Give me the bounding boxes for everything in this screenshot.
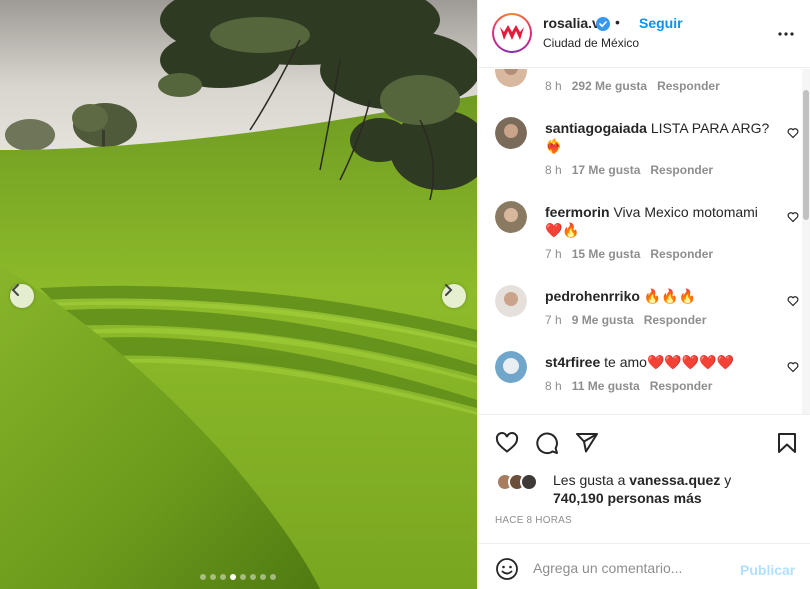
comment-like-heart-icon[interactable] [787, 127, 799, 139]
comment-likes[interactable]: 15 Me gusta [572, 247, 641, 261]
post-location[interactable]: Ciudad de México [543, 36, 639, 50]
comments-list[interactable]: 8 h 292 Me gusta Responder santiagogaiada … [478, 69, 810, 414]
comment-username[interactable]: st4rfiree [545, 354, 600, 370]
avatar-image [495, 117, 527, 149]
reply-button[interactable]: Responder [650, 163, 713, 177]
scrollbar-thumb[interactable] [803, 90, 809, 220]
bookmark-icon[interactable] [775, 431, 799, 455]
comment-username[interactable]: santiagogaiada [545, 120, 647, 136]
emoji-icon[interactable] [495, 557, 519, 581]
comment-text: santiagogaiada LISTA PARA ARG? ❤️‍🔥 [545, 119, 773, 155]
comment-composer: Publicar [478, 543, 810, 589]
comment-meta: 7 h 15 Me gusta Responder [545, 247, 713, 261]
liked-by-avatar[interactable] [520, 473, 538, 491]
comment-time: 8 h [545, 79, 562, 93]
comment-meta: 8 h 292 Me gusta Responder [545, 79, 720, 93]
avatar-image [495, 285, 527, 317]
comment-meta: 7 h 9 Me gusta Responder [545, 313, 706, 327]
more-horizontal-icon [778, 32, 794, 36]
likes-conjunction: y [724, 472, 732, 488]
reply-button[interactable]: Responder [657, 79, 720, 93]
comment-likes[interactable]: 9 Me gusta [572, 313, 634, 327]
follow-button[interactable]: Seguir [639, 15, 683, 31]
carousel-prev-button[interactable] [10, 284, 34, 308]
avatar-image [495, 69, 527, 87]
reply-button[interactable]: Responder [644, 313, 707, 327]
likes-summary: Les gusta a vanessa.quez y [553, 472, 731, 488]
heart-icon[interactable] [495, 431, 519, 455]
liked-by-avatars[interactable] [496, 473, 538, 491]
comment-avatar[interactable] [495, 351, 527, 383]
likes-user[interactable]: vanessa.quez [629, 472, 720, 488]
reply-button[interactable]: Responder [650, 379, 713, 393]
comment-username[interactable]: pedrohenrriko [545, 288, 640, 304]
comment-like-heart-icon[interactable] [787, 295, 799, 307]
comment-body: 🔥🔥🔥 [643, 288, 697, 304]
avatar-image [495, 201, 527, 233]
comment-time: 7 h [545, 313, 562, 327]
carousel-dot [200, 574, 206, 580]
comment-likes[interactable]: 292 Me gusta [572, 79, 647, 93]
comment-time: 8 h [545, 379, 562, 393]
comment-text: st4rfiree te amo❤️❤️❤️❤️❤️ [545, 353, 773, 371]
publish-button[interactable]: Publicar [740, 562, 795, 578]
post-photo[interactable] [0, 0, 477, 589]
chevron-left-icon [11, 284, 19, 296]
avatar[interactable] [492, 13, 532, 53]
post-detail-panel: rosalia.vt • Seguir Ciudad de México 8 h… [477, 0, 810, 589]
comment-likes[interactable]: 11 Me gusta [572, 379, 640, 393]
likes-count[interactable]: 740,190 personas más [553, 490, 702, 506]
carousel-dot [270, 574, 276, 580]
carousel-dot [210, 574, 216, 580]
avatar-image [495, 351, 527, 383]
comment-meta: 8 h 17 Me gusta Responder [545, 163, 713, 177]
carousel-dot [240, 574, 246, 580]
more-options-button[interactable] [774, 22, 798, 46]
comment-like-heart-icon[interactable] [787, 361, 799, 373]
comment-like-heart-icon[interactable] [787, 211, 799, 223]
post-timestamp[interactable]: HACE 8 HORAS [495, 515, 572, 526]
motomami-logo-icon [500, 25, 524, 40]
comment-avatar[interactable] [495, 117, 527, 149]
comment-username[interactable]: feermorin [545, 204, 610, 220]
comment-input[interactable] [533, 556, 733, 580]
comment-avatar[interactable] [495, 69, 527, 87]
grass-amphitheater-image [0, 0, 477, 589]
comments-scrollbar[interactable] [802, 69, 810, 414]
comment-text: pedrohenrriko 🔥🔥🔥 [545, 287, 773, 305]
post-actions: Les gusta a vanessa.quez y 740,190 perso… [478, 414, 810, 544]
carousel-dot [260, 574, 266, 580]
reply-button[interactable]: Responder [650, 247, 713, 261]
carousel-indicator [200, 574, 276, 580]
comment-meta: 8 h 11 Me gusta Responder [545, 379, 712, 393]
carousel-next-button[interactable] [442, 284, 466, 308]
carousel-dot [250, 574, 256, 580]
post-header: rosalia.vt • Seguir Ciudad de México [478, 0, 810, 68]
comment-likes[interactable]: 17 Me gusta [572, 163, 641, 177]
separator-dot: • [615, 14, 620, 30]
send-icon[interactable] [575, 431, 599, 455]
carousel-dot [220, 574, 226, 580]
comment-body: te amo❤️❤️❤️❤️❤️ [604, 354, 735, 370]
comment-time: 8 h [545, 163, 562, 177]
verified-badge-icon [596, 17, 610, 31]
likes-prefix: Les gusta a [553, 472, 626, 488]
comment-icon[interactable] [535, 431, 559, 455]
carousel-dot [230, 574, 236, 580]
comment-avatar[interactable] [495, 285, 527, 317]
comment-text: feermorin Viva Mexico motomami ❤️🔥 [545, 203, 773, 239]
chevron-right-icon [445, 284, 453, 296]
comment-time: 7 h [545, 247, 562, 261]
comment-avatar[interactable] [495, 201, 527, 233]
